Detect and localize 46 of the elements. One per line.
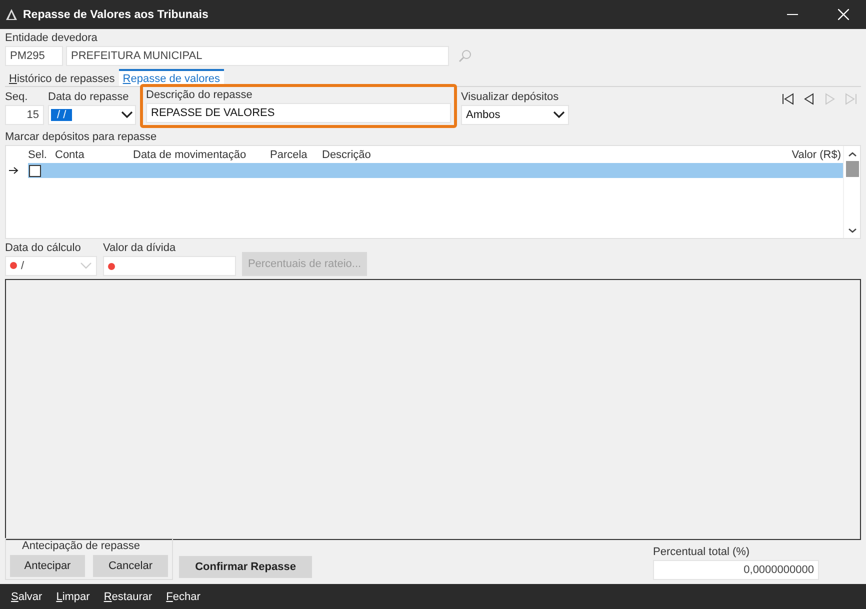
column-header[interactable]: Parcela [270,148,322,160]
total-percent-field[interactable]: 0,0000000000 [653,560,819,580]
prev-record-icon[interactable] [803,93,815,105]
field-label: Data do repasse [48,91,130,104]
chevron-down-icon[interactable] [553,111,565,119]
footer-button[interactable]: Restaurar [98,590,158,602]
close-icon[interactable] [838,9,848,20]
field-label: Visualizar depósitos [461,91,560,104]
group-label: Antecipação de repasse [21,540,142,553]
footer-button[interactable]: Salvar [5,590,48,602]
section-label: Marcar depósitos para repasse [5,131,158,144]
field-label: Descrição do repasse [146,89,254,102]
field-label: Percentual total (%) [653,546,751,559]
scroll-down-icon[interactable] [848,226,856,235]
window-title: Repasse de Valores aos Tribunais [23,8,210,20]
scrollbar[interactable] [843,146,860,238]
debt-value-field[interactable] [103,256,236,276]
action-button[interactable]: Antecipar [10,555,85,577]
calculation-date-dropdown[interactable]: / [5,256,97,276]
column-header[interactable]: Conta [55,148,133,160]
date-dropdown[interactable]: / / [48,105,136,125]
sequence-field[interactable]: 15 [5,105,44,125]
scroll-thumb[interactable] [846,161,858,177]
deposits-dropdown[interactable]: Ambos [461,105,569,125]
checkbox[interactable] [29,164,41,176]
app-logo-icon [5,8,18,21]
entity-code-field[interactable]: PM295 [5,46,63,66]
entity-name-field[interactable]: PREFEITURA MUNICIPAL [66,46,449,66]
column-header[interactable]: Descrição [322,148,763,160]
tab[interactable]: Repasse de valores [118,69,224,86]
field-label: Seq. [5,91,29,104]
field-label: Entidade devedora [5,32,98,45]
field-label: Valor da dívida [103,242,177,255]
description-field[interactable]: REPASSE DE VALORES [146,103,451,123]
footer-button[interactable]: Limpar [50,590,96,602]
confirm-button[interactable]: Confirmar Repasse [179,556,312,578]
scroll-up-icon[interactable] [848,150,856,159]
chevron-down-icon[interactable] [121,111,133,119]
first-record-icon[interactable] [782,93,794,105]
footer-button[interactable]: Fechar [160,590,206,602]
column-header[interactable]: Valor (R$) [763,148,843,160]
action-button[interactable]: Cancelar [93,555,168,577]
column-header[interactable]: Data de movimentação [133,148,270,160]
minimize-icon[interactable] [786,14,798,15]
field-label: Data do cálculo [5,242,82,255]
column-header[interactable]: Sel. [28,148,55,160]
